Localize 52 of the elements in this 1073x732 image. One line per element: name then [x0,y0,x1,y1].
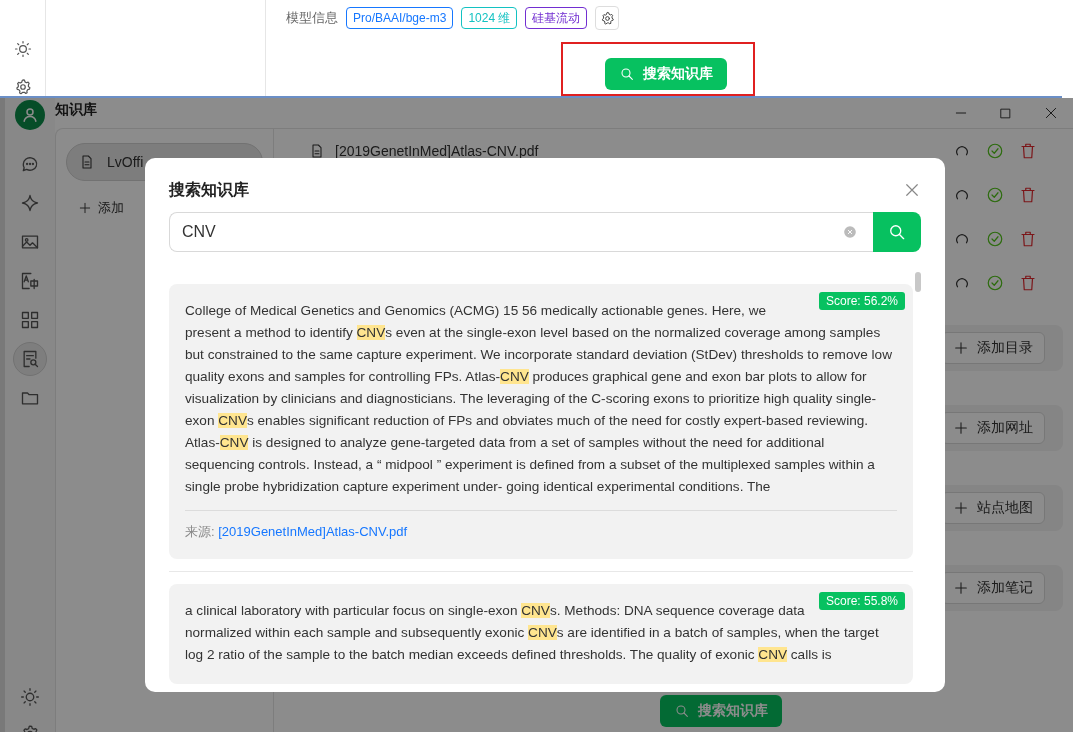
chat-icon [20,154,40,174]
settings-icon [13,78,32,96]
window-title: 知识库 [55,101,98,119]
close-icon [903,181,921,199]
trash-icon [1019,142,1037,160]
scrollbar-thumb[interactable] [915,272,921,292]
model-info-label: 模型信息 [286,9,338,27]
check-circle-icon [986,186,1004,204]
dialog-title: 搜索知识库 [169,179,249,200]
delete-button[interactable] [1019,274,1037,292]
search-icon [887,222,907,242]
plus-icon [953,340,969,356]
delete-button[interactable] [1019,186,1037,204]
search-icon [674,703,690,719]
plus-icon [953,580,969,596]
plus-icon [953,500,969,516]
translate-icon [20,271,40,291]
file-name: [2019GenetInMed]Atlas-CNV.pdf [335,143,540,159]
grid-icon [20,310,40,330]
plus-icon [78,201,92,215]
search-button[interactable] [873,212,921,252]
document-icon [309,143,325,159]
sun-icon [20,687,40,707]
delete-button[interactable] [1019,142,1037,160]
model-tag: Pro/BAAI/bge-m3 [346,7,454,29]
close-button[interactable] [903,181,921,199]
trash-icon [1019,186,1037,204]
model-tag: 硅基流动 [525,7,588,29]
score-badge: Score: 56.2% [818,292,905,310]
source-label: 来源: [185,524,215,539]
sun-icon [13,40,32,58]
delete-button[interactable] [1019,230,1037,248]
plus-icon [953,420,969,436]
score-badge: Score: 55.8% [818,592,905,610]
sparkle-icon [20,193,40,213]
trash-icon [1019,230,1037,248]
nav-item[interactable] [13,342,47,376]
settings-button[interactable] [595,6,620,30]
search-icon [619,66,635,82]
document-icon [79,154,95,170]
clear-icon [843,225,857,239]
close-icon [1043,106,1058,120]
settings-icon [599,10,615,26]
check-circle-icon [986,230,1004,248]
maximize-icon [999,106,1012,120]
source-link[interactable]: [2019GenetInMed]Atlas-CNV.pdf [218,524,408,539]
search-field[interactable]: CNV [169,212,873,252]
check-circle-icon [986,142,1004,160]
check-circle-icon [986,274,1004,292]
avatar[interactable] [15,100,45,130]
trash-icon [1019,274,1037,292]
model-tag: 1024 维 [461,7,518,29]
